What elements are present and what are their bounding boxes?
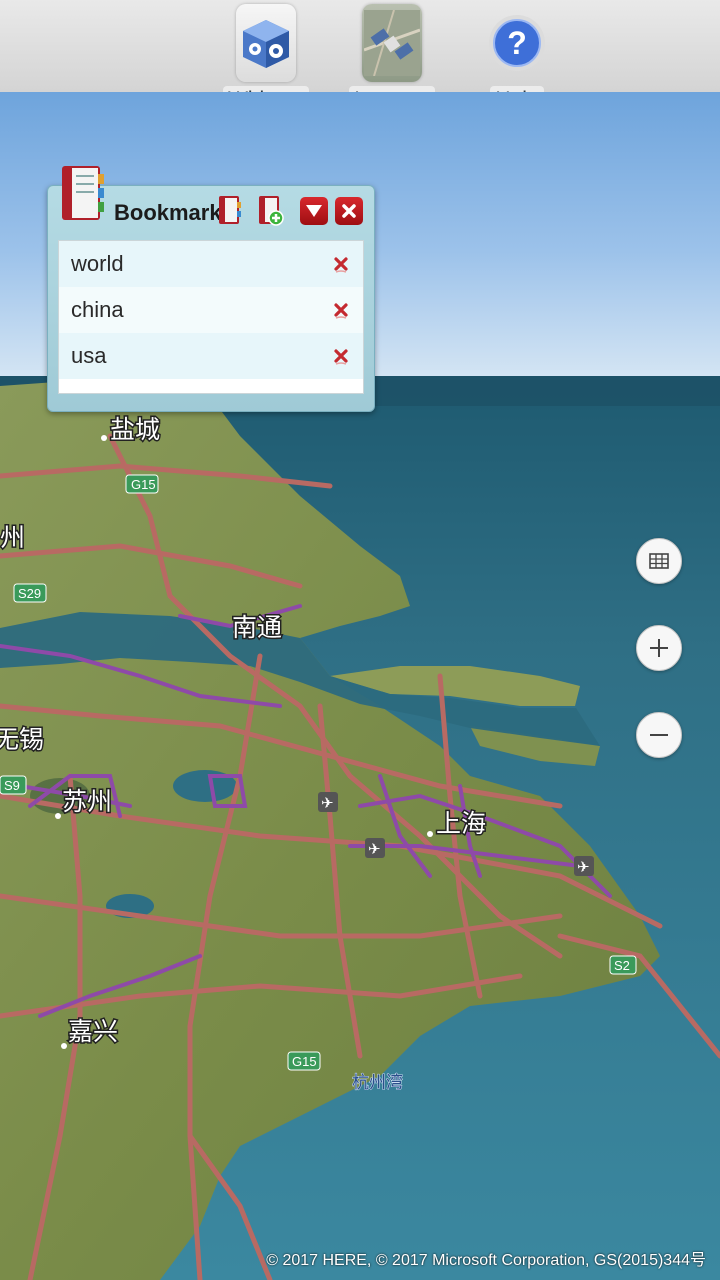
zoom-out-button[interactable] (636, 712, 682, 758)
triangle-down-icon (306, 205, 322, 217)
bookmark-label: china (71, 297, 124, 322)
svg-text:?: ? (507, 25, 527, 61)
delete-bookmark-icon[interactable] (331, 346, 351, 366)
bookmark-label: usa (71, 343, 107, 368)
bookmark-item-china[interactable]: china (59, 287, 363, 333)
delete-bookmark-icon[interactable] (331, 254, 351, 274)
map-attribution: © 2017 HERE, © 2017 Microsoft Corporatio… (266, 1252, 706, 1269)
bookmark-item-world[interactable]: world (59, 241, 363, 287)
city-label-jiaxing: 嘉兴 (68, 1017, 118, 1046)
city-label-suzhou: 苏州 (62, 787, 112, 816)
satellite-icon (364, 10, 420, 76)
city-label-nantong: 南通 (232, 613, 282, 642)
bookmark-item-usa[interactable]: usa (59, 333, 363, 379)
road-shield-s9: S9 (4, 778, 20, 793)
map-3d-view[interactable]: 盐城 南通 苏州 上海 嘉兴 州 无锡 G15 S29 S9 S2 G15 杭州… (0, 376, 720, 1280)
edge-label-wuxi: 无锡 (0, 725, 44, 754)
add-bookmark-icon[interactable] (256, 194, 284, 226)
top-toolbar: Widgets Imagery ? Help (0, 0, 720, 114)
zoom-in-button[interactable] (636, 625, 682, 671)
grid-icon (649, 553, 669, 569)
city-label-shanghai: 上海 (436, 809, 486, 838)
basemap-grid-button[interactable] (636, 538, 682, 584)
road-shield-s2: S2 (614, 958, 630, 973)
city-label-yancheng: 盐城 (110, 415, 160, 444)
zoom-in-icon (650, 639, 668, 657)
road-shield-g15-south: G15 (292, 1054, 317, 1069)
water-label-hangzhou-bay: 杭州湾 (352, 1073, 403, 1093)
edge-label-zhou: 州 (0, 523, 25, 552)
bookmark-label: world (71, 251, 124, 276)
zoom-out-icon (650, 734, 668, 736)
airport-icon: ✈ (368, 841, 381, 858)
airport-icon: ✈ (577, 859, 590, 876)
delete-bookmark-icon[interactable] (331, 300, 351, 320)
help-question-icon: ? (489, 15, 545, 71)
bookmarks-open-icon[interactable] (216, 194, 244, 226)
collapse-panel-button[interactable] (300, 197, 328, 225)
widgets-cube-gears-icon (243, 20, 289, 68)
close-icon (342, 204, 356, 218)
road-shield-s29: S29 (18, 586, 41, 601)
airport-icon: ✈ (321, 795, 334, 812)
close-panel-button[interactable] (335, 197, 363, 225)
road-shield-g15-north: G15 (131, 477, 156, 492)
bookmarks-book-icon (62, 166, 104, 220)
bookmarks-list: world china usa (58, 240, 364, 394)
bookmarks-panel: Bookmarks world china usa (47, 166, 375, 412)
